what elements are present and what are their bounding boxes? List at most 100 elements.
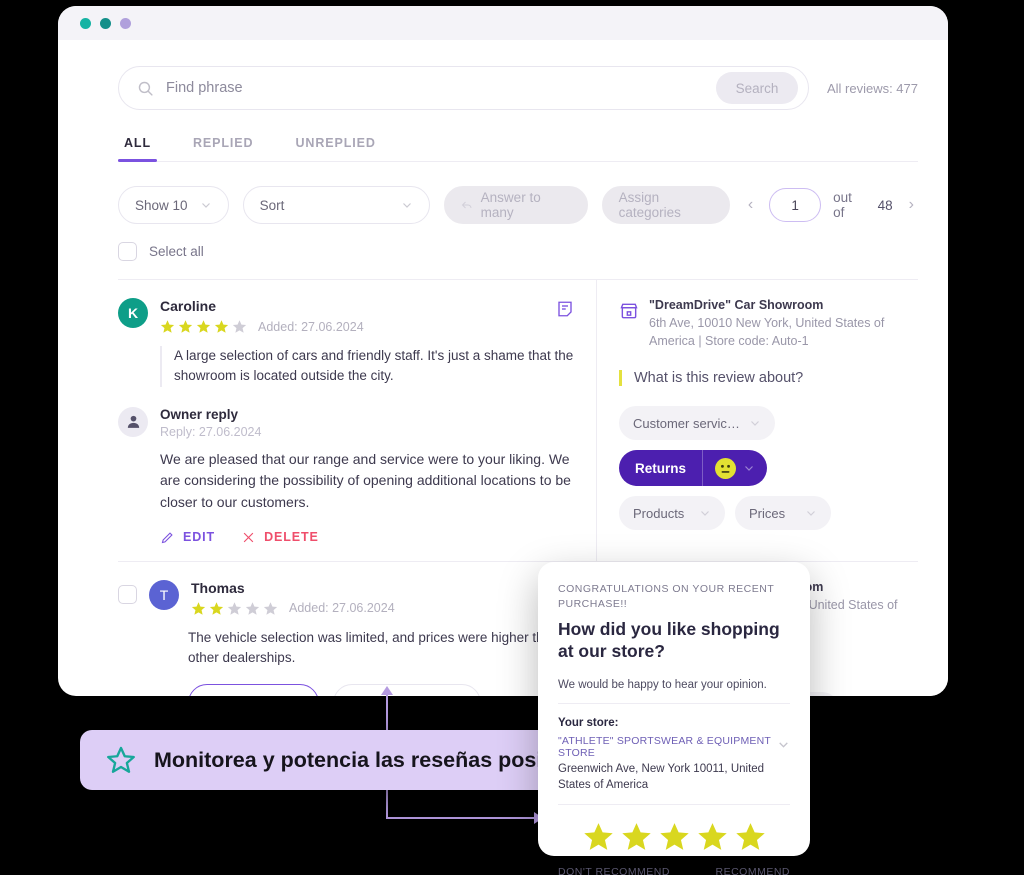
sort-dropdown[interactable]: Sort [242, 186, 430, 224]
owner-reply: Owner reply Reply: 27.06.2024 [118, 406, 576, 439]
answer-to-many-label: Answer to many [480, 190, 541, 220]
survey-title: How did you like shopping at our store? [558, 619, 780, 662]
review-question: What is this review about? [619, 370, 910, 387]
page-number-value: 1 [791, 197, 799, 213]
category-row-secondary: Products Prices [619, 496, 910, 531]
category-row: Customer servic… Returns [619, 406, 910, 487]
reply-now-button[interactable]: Reply now [188, 684, 320, 696]
prev-page-icon[interactable]: ‹ [744, 197, 757, 213]
tab-all[interactable]: ALL [118, 136, 157, 162]
survey-rating-stars[interactable] [558, 821, 790, 852]
select-all-checkbox[interactable] [118, 242, 137, 261]
star-filled-icon[interactable] [735, 821, 766, 852]
review-header: T Thomas Added: 27.06.2024 [118, 579, 576, 616]
use-template-button[interactable]: Use template [333, 684, 481, 696]
owner-reply-actions: EDIT DELETE [160, 530, 576, 545]
survey-kicker: CONGRATULATIONS ON YOUR RECENT PURCHASE!… [558, 583, 775, 611]
edit-button[interactable]: EDIT [160, 530, 215, 545]
category-returns-selected[interactable]: Returns [619, 450, 768, 487]
category-label: Customer servic… [633, 415, 740, 431]
star-filled-icon[interactable] [659, 821, 690, 852]
user-icon [127, 415, 139, 428]
chevron-down-icon [745, 466, 753, 472]
survey-subtitle: We would be happy to hear your opinion. [558, 679, 790, 705]
tab-replied[interactable]: REPLIED [187, 136, 259, 161]
avatar: T [149, 579, 179, 610]
star-filled-icon [209, 601, 224, 615]
survey-footer: DON'T RECOMMEND RECOMMEND [558, 866, 790, 875]
app-page: Search All reviews: 477 ALL REPLIED UNRE… [88, 40, 948, 696]
store-icon [620, 303, 638, 319]
category-label: Products [633, 505, 685, 521]
screenshot-root: Search All reviews: 477 ALL REPLIED UNRE… [0, 0, 1024, 875]
browser-window: Search All reviews: 477 ALL REPLIED UNRE… [58, 6, 948, 696]
review-text: The vehicle selection was limited, and p… [188, 629, 573, 665]
review-text: A large selection of cars and friendly s… [160, 346, 576, 387]
owner-reply-text: We are pleased that our range and servic… [160, 450, 571, 510]
category-label: Returns [635, 460, 687, 476]
assign-categories-button[interactable]: Assign categories [601, 186, 730, 224]
dont-recommend-label[interactable]: DON'T RECOMMEND [558, 866, 670, 875]
pencil-icon [161, 531, 173, 543]
total-pages: 48 [877, 197, 893, 213]
note-icon[interactable] [556, 300, 574, 318]
star-filled-icon [191, 601, 206, 615]
select-all-row[interactable]: Select all [118, 242, 918, 279]
answer-to-many-button[interactable]: Answer to many [443, 186, 588, 224]
show-count-dropdown[interactable]: Show 10 [118, 186, 229, 224]
owner-reply-title: Owner reply [160, 406, 239, 422]
callout-arrow-right [386, 812, 543, 824]
survey-store-selector[interactable]: "ATHLETE" SPORTSWEAR & EQUIPMENT STORE G… [558, 735, 790, 806]
traffic-light-minimize-icon[interactable] [100, 17, 111, 29]
select-all-label: Select all [149, 244, 204, 259]
window-titlebar [58, 6, 948, 40]
star-filled-icon[interactable] [621, 821, 652, 852]
chevron-down-icon [402, 203, 411, 208]
star-filled-icon[interactable] [697, 821, 728, 852]
chevron-down-icon [779, 742, 788, 748]
chevron-down-icon [751, 421, 759, 427]
reviewer-name: Thomas [191, 579, 245, 596]
recommend-label[interactable]: RECOMMEND [716, 866, 791, 875]
next-page-icon[interactable]: › [905, 197, 918, 213]
store-address: 6th Ave, 10010 New York, United States o… [649, 316, 885, 349]
review-checkbox[interactable] [118, 584, 137, 604]
star-filled-icon[interactable] [583, 821, 614, 852]
review-content: K Caroline Added: 27.06.2024 A large sel… [118, 280, 596, 561]
survey-your-store-label: Your store: [558, 717, 619, 730]
close-icon [243, 532, 254, 542]
reply-icon [209, 695, 225, 696]
chevron-down-icon [201, 203, 210, 208]
rating-stars: Added: 27.06.2024 [160, 319, 364, 334]
traffic-light-maximize-icon[interactable] [120, 17, 131, 29]
search-input[interactable] [154, 80, 716, 96]
delete-button[interactable]: DELETE [241, 530, 319, 545]
edit-label: EDIT [183, 530, 216, 545]
pagination: ‹ 1 out of 48 › [744, 188, 918, 222]
review-filter-tabs: ALL REPLIED UNREPLIED [118, 136, 918, 162]
search-box[interactable]: Search [118, 66, 809, 110]
avatar: K [118, 298, 148, 328]
category-customer-service[interactable]: Customer servic… [619, 406, 775, 441]
chevron-down-icon [701, 511, 709, 517]
reply-all-icon [461, 201, 472, 209]
traffic-light-close-icon[interactable] [80, 17, 91, 29]
neutral-face-icon [715, 457, 737, 479]
category-products[interactable]: Products [619, 496, 725, 531]
owner-reply-date: Reply: 27.06.2024 [160, 424, 262, 439]
out-of-label: out of [833, 190, 852, 220]
category-prices[interactable]: Prices [735, 496, 831, 531]
review-content: T Thomas Added: 27.06.2024 The vehicle s… [118, 562, 596, 696]
search-icon [138, 81, 153, 96]
category-label: Prices [749, 505, 786, 521]
star-filled-icon [214, 320, 229, 333]
sort-label: Sort [259, 197, 285, 213]
sentiment-picker[interactable] [703, 457, 767, 479]
search-button[interactable]: Search [715, 72, 798, 104]
tab-unreplied[interactable]: UNREPLIED [289, 136, 381, 161]
page-number-input[interactable]: 1 [769, 188, 822, 222]
star-filled-icon [178, 320, 193, 333]
star-outline-icon [107, 746, 135, 773]
star-empty-icon [227, 601, 242, 615]
search-row: Search All reviews: 477 [118, 66, 918, 110]
